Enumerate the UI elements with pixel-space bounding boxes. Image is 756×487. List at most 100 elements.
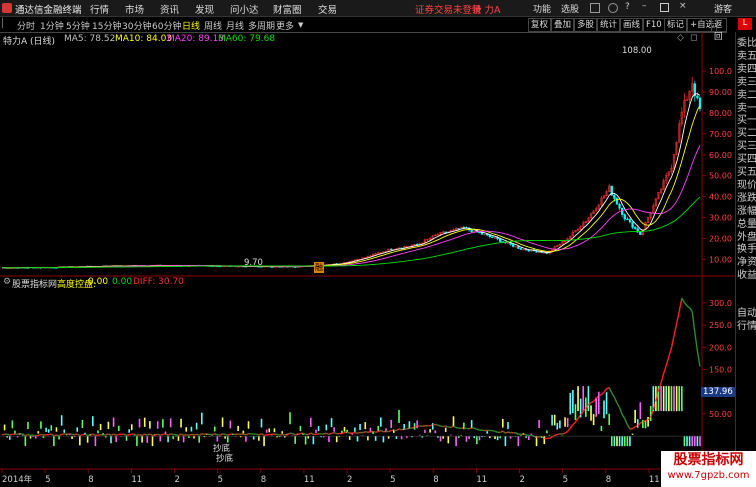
- minimize-icon[interactable]: –: [642, 1, 647, 11]
- period-15min[interactable]: 15分钟: [92, 19, 121, 32]
- menu-quotes[interactable]: 行情: [90, 2, 109, 16]
- indicator-bar: [237, 425, 239, 432]
- indicator-bar: [141, 436, 143, 443]
- maximize-icon[interactable]: [660, 3, 669, 12]
- side-panel-item[interactable]: 买二: [737, 127, 756, 140]
- btn-draw[interactable]: 画线: [620, 18, 644, 32]
- menu-ask[interactable]: 问小达: [230, 2, 259, 16]
- side-panel-item[interactable]: 买四: [737, 153, 756, 166]
- indicator-bar: [686, 436, 688, 447]
- period-1min[interactable]: 1分钟: [40, 19, 64, 32]
- chart-area[interactable]: 100.090.0080.0070.0060.0050.0040.0030.00…: [0, 32, 735, 487]
- indicator-bar: [34, 436, 37, 439]
- indicator-settings-icon[interactable]: ⚙: [3, 277, 11, 287]
- indicator-line-segment: [144, 433, 148, 436]
- indicator-bar: [400, 436, 403, 440]
- indicator-bar: [245, 436, 247, 442]
- side-panel-item[interactable]: 涨跌: [737, 192, 756, 205]
- side-panel-item[interactable]: 委比: [737, 37, 756, 50]
- indicator-bar: [29, 436, 32, 439]
- side-panel-item[interactable]: 买五: [737, 166, 756, 179]
- menu-wealth[interactable]: 财富圈: [273, 2, 302, 16]
- indicator-line-segment: [440, 425, 444, 428]
- btn-back[interactable]: 返回: [711, 18, 727, 42]
- side-panel-item[interactable]: 净资: [737, 256, 756, 269]
- side-panel-item[interactable]: 卖四: [737, 63, 756, 76]
- margin-event-marker[interactable]: 融: [314, 262, 324, 273]
- menu-function[interactable]: 功能: [533, 2, 551, 15]
- menu-discover[interactable]: 发现: [195, 2, 214, 16]
- indicator-bar: [442, 436, 444, 439]
- side-panel-item[interactable]: 换手: [737, 243, 756, 256]
- more-dropdown-icon[interactable]: ▼: [298, 21, 303, 29]
- period-monthly[interactable]: 月线: [226, 19, 244, 32]
- indicator-bar: [447, 436, 450, 444]
- menu-stock-select[interactable]: 选股: [561, 2, 579, 15]
- date-tick-label: 5: [45, 475, 50, 485]
- side-panel-item[interactable]: 买一: [737, 114, 756, 127]
- indicator-bar: [162, 419, 164, 428]
- guest-label[interactable]: 游客: [714, 2, 732, 15]
- indicator-line-segment: [178, 433, 182, 437]
- period-5min[interactable]: 5分钟: [66, 19, 90, 32]
- menu-grid-icon[interactable]: [590, 3, 600, 13]
- period-more[interactable]: 更多: [276, 19, 294, 32]
- btn-f10[interactable]: F10: [643, 18, 665, 32]
- close-icon[interactable]: ×: [679, 1, 687, 11]
- side-panel-item[interactable]: 涨幅: [737, 205, 756, 218]
- indicator-line-segment: [686, 305, 691, 309]
- btn-mark[interactable]: 标记: [664, 18, 688, 32]
- indicator-bar: [566, 418, 569, 428]
- level-badge-icon[interactable]: L: [738, 18, 752, 30]
- date-tick-label: 2014年: [2, 474, 33, 485]
- settings-icon[interactable]: [608, 3, 618, 13]
- menu-market[interactable]: 市场: [125, 2, 144, 16]
- indicator-bar: [45, 427, 47, 432]
- side-panel-item[interactable]: 买三: [737, 140, 756, 153]
- indicator-bar: [675, 386, 678, 412]
- candle-body: [499, 238, 502, 242]
- side-panel-auto-item[interactable]: 自动: [737, 307, 756, 320]
- btn-overlay[interactable]: 叠加: [551, 18, 575, 32]
- indicator-line-segment: [492, 429, 496, 433]
- side-panel-item[interactable]: 总量: [737, 218, 756, 231]
- period-tick[interactable]: 分时: [17, 19, 35, 32]
- indicator-bar: [177, 436, 180, 441]
- btn-multi-stock[interactable]: 多股: [574, 18, 598, 32]
- low-price-label: 9.70: [244, 258, 263, 268]
- side-panel-auto-item[interactable]: 行情: [737, 320, 756, 333]
- period-multi[interactable]: 多周期: [248, 19, 275, 32]
- side-panel-item[interactable]: 现价: [737, 179, 756, 192]
- indicator-line-segment: [673, 323, 678, 336]
- indicator-line-segment: [613, 396, 618, 404]
- indicator-bar: [590, 405, 592, 421]
- indicator-line-segment: [123, 433, 127, 436]
- menu-news[interactable]: 资讯: [160, 2, 179, 16]
- side-panel-item[interactable]: 卖二: [737, 89, 756, 102]
- ma60-line: [2, 196, 701, 269]
- watermark-line2: www.7gpzb.com: [667, 470, 750, 481]
- side-panel-item[interactable]: 卖三: [737, 76, 756, 89]
- period-60min[interactable]: 60分钟: [152, 19, 181, 32]
- period-30min[interactable]: 30分钟: [122, 19, 151, 32]
- side-panel-item[interactable]: 卖一: [737, 102, 756, 115]
- indicator-bar: [439, 436, 442, 442]
- side-panel-item[interactable]: 卖五: [737, 50, 756, 63]
- side-panel-item[interactable]: 外盘: [737, 231, 756, 244]
- indicator-bar: [470, 420, 473, 429]
- indicator-bar: [670, 386, 673, 412]
- menu-trade[interactable]: 交易: [318, 2, 337, 16]
- btn-restore-rights[interactable]: 复权: [528, 18, 552, 32]
- indicator-bar: [636, 419, 639, 428]
- candle-body: [470, 229, 473, 233]
- side-panel-item[interactable]: 收益: [737, 269, 756, 282]
- help-icon[interactable]: ?: [625, 2, 630, 12]
- dock-icon[interactable]: ▏: [2, 19, 9, 29]
- btn-stats[interactable]: 统计: [597, 18, 621, 32]
- candle-body: [478, 231, 481, 234]
- period-daily[interactable]: 日线: [182, 19, 200, 32]
- indicator-line-segment: [27, 433, 31, 436]
- indicator-bar: [629, 436, 631, 447]
- indicator-bar: [325, 424, 328, 431]
- period-weekly[interactable]: 周线: [204, 19, 222, 32]
